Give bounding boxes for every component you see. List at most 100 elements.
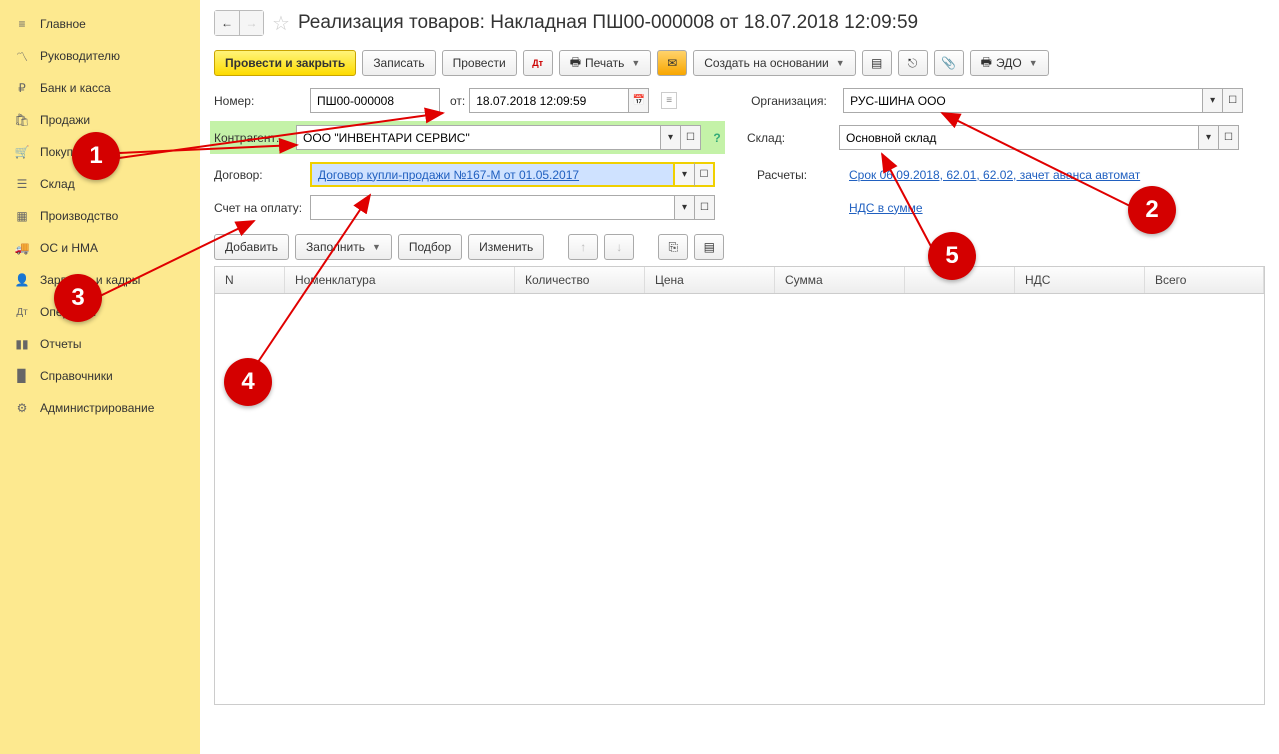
col-n[interactable]: N [215, 267, 285, 293]
main-toolbar: Провести и закрыть Записать Провести Дт … [214, 50, 1265, 76]
post-button[interactable]: Провести [442, 50, 517, 76]
envelope-icon: ✉ [667, 56, 677, 70]
counterparty-label: Контрагент: [214, 131, 292, 145]
nav-buttons: ← → [214, 10, 264, 36]
contract-dropdown-button[interactable]: ▾ [675, 162, 695, 187]
link-button[interactable]: ⎋ [898, 50, 928, 76]
col-item[interactable]: Номенклатура [285, 267, 515, 293]
sidebar-item-manager[interactable]: 〽Руководителю [0, 40, 200, 72]
operations-icon: Дт [14, 304, 30, 320]
annotation-marker-3: 3 [54, 274, 102, 322]
email-button[interactable]: ✉ [657, 50, 687, 76]
printer-icon: 🖶 [570, 53, 581, 74]
factory-icon: ▦ [14, 208, 30, 224]
counterparty-help-button[interactable]: ? [709, 125, 725, 150]
table-toolbar: Добавить Заполнить▼ Подбор Изменить ↑ ↓ … [214, 234, 1265, 260]
paste-button[interactable]: ▤ [694, 234, 724, 260]
clipboard-icon: ☰ [14, 176, 30, 192]
sidebar-item-sales[interactable]: 🛍Продажи [0, 104, 200, 136]
warehouse-label: Склад: [747, 131, 835, 145]
calendar-button[interactable]: 📅 [629, 88, 649, 113]
paperclip-icon: 📎 [941, 56, 956, 70]
move-up-button[interactable]: ↑ [568, 234, 598, 260]
favorite-star-icon[interactable]: ☆ [272, 11, 290, 36]
calendar-icon: 📅 [633, 95, 645, 106]
edo-button[interactable]: 🖶ЭДО▼ [970, 50, 1049, 76]
table-body[interactable] [215, 294, 1264, 704]
org-dropdown-button[interactable]: ▾ [1203, 88, 1223, 113]
sidebar-item-main[interactable]: ≡Главное [0, 8, 200, 40]
calc-link[interactable]: Срок 06.09.2018, 62.01, 62.02, зачет ава… [849, 168, 1140, 182]
gear-icon: ⚙ [14, 400, 30, 416]
col-price[interactable]: Цена [645, 267, 775, 293]
sidebar: ≡Главное 〽Руководителю ₽Банк и касса 🛍Пр… [0, 0, 200, 754]
sidebar-item-bank[interactable]: ₽Банк и касса [0, 72, 200, 104]
invoice-label: Счет на оплату: [214, 201, 306, 215]
add-row-button[interactable]: Добавить [214, 234, 289, 260]
annotation-marker-5: 5 [928, 232, 976, 280]
annotation-marker-2: 2 [1128, 186, 1176, 234]
chart-icon: 〽 [14, 48, 30, 64]
sidebar-item-assets[interactable]: 🚚ОС и НМА [0, 232, 200, 264]
book-icon: ▉ [14, 368, 30, 384]
cart-icon: 🛒 [14, 144, 30, 160]
col-sum[interactable]: Сумма [775, 267, 905, 293]
col-total[interactable]: Всего [1145, 267, 1264, 293]
doc-status-icon[interactable]: ≡ [661, 92, 677, 109]
invoice-dropdown-button[interactable]: ▾ [675, 195, 695, 220]
truck-icon: 🚚 [14, 240, 30, 256]
nav-forward-button[interactable]: → [239, 11, 263, 35]
number-label: Номер: [214, 94, 306, 108]
items-table: N Номенклатура Количество Цена Сумма НДС… [214, 266, 1265, 705]
sidebar-item-admin[interactable]: ⚙Администрирование [0, 392, 200, 424]
sidebar-item-directories[interactable]: ▉Справочники [0, 360, 200, 392]
change-button[interactable]: Изменить [468, 234, 544, 260]
col-nds[interactable]: НДС [1015, 267, 1145, 293]
warehouse-dropdown-button[interactable]: ▾ [1199, 125, 1219, 150]
person-icon: 👤 [14, 272, 30, 288]
org-label: Организация: [751, 94, 839, 108]
list-icon: ▤ [871, 56, 882, 70]
org-open-button[interactable]: ☐ [1223, 88, 1243, 113]
from-label: от: [450, 94, 465, 108]
copy-button[interactable]: ⎘ [658, 234, 688, 260]
page-title: Реализация товаров: Накладная ПШ00-00000… [298, 12, 918, 34]
dt-kt-button[interactable]: Дт [523, 50, 553, 76]
contract-open-button[interactable]: ☐ [695, 162, 715, 187]
print-button[interactable]: 🖶Печать▼ [559, 50, 652, 76]
warehouse-input[interactable] [839, 125, 1199, 150]
annotation-marker-4: 4 [224, 358, 272, 406]
post-close-button[interactable]: Провести и закрыть [214, 50, 356, 76]
printer-icon: 🖶 [981, 53, 992, 74]
create-based-button[interactable]: Создать на основании▼ [693, 50, 855, 76]
warehouse-open-button[interactable]: ☐ [1219, 125, 1239, 150]
col-qty[interactable]: Количество [515, 267, 645, 293]
list-button[interactable]: ▤ [862, 50, 892, 76]
link-icon: ⎋ [908, 56, 918, 71]
contract-label: Договор: [214, 168, 306, 182]
menu-icon: ≡ [14, 16, 30, 32]
nav-back-button[interactable]: ← [215, 11, 239, 35]
calc-label: Расчеты: [757, 168, 845, 182]
number-input[interactable] [310, 88, 440, 113]
sidebar-item-reports[interactable]: ▮▮Отчеты [0, 328, 200, 360]
attach-button[interactable]: 📎 [934, 50, 964, 76]
date-input[interactable] [469, 88, 629, 113]
sidebar-item-production[interactable]: ▦Производство [0, 200, 200, 232]
bars-icon: ▮▮ [14, 336, 30, 352]
bag-icon: 🛍 [14, 112, 30, 128]
fill-button[interactable]: Заполнить▼ [295, 234, 392, 260]
ruble-icon: ₽ [14, 80, 30, 96]
invoice-input[interactable] [310, 195, 675, 220]
counterparty-open-button[interactable]: ☐ [681, 125, 701, 150]
counterparty-input[interactable] [296, 125, 661, 150]
pick-button[interactable]: Подбор [398, 234, 462, 260]
write-button[interactable]: Записать [362, 50, 435, 76]
invoice-open-button[interactable]: ☐ [695, 195, 715, 220]
counterparty-dropdown-button[interactable]: ▾ [661, 125, 681, 150]
main-content: ← → ☆ Реализация товаров: Накладная ПШ00… [200, 0, 1279, 754]
move-down-button[interactable]: ↓ [604, 234, 634, 260]
contract-input[interactable] [310, 162, 675, 187]
nds-link[interactable]: НДС в сумме [849, 201, 923, 215]
org-input[interactable] [843, 88, 1203, 113]
